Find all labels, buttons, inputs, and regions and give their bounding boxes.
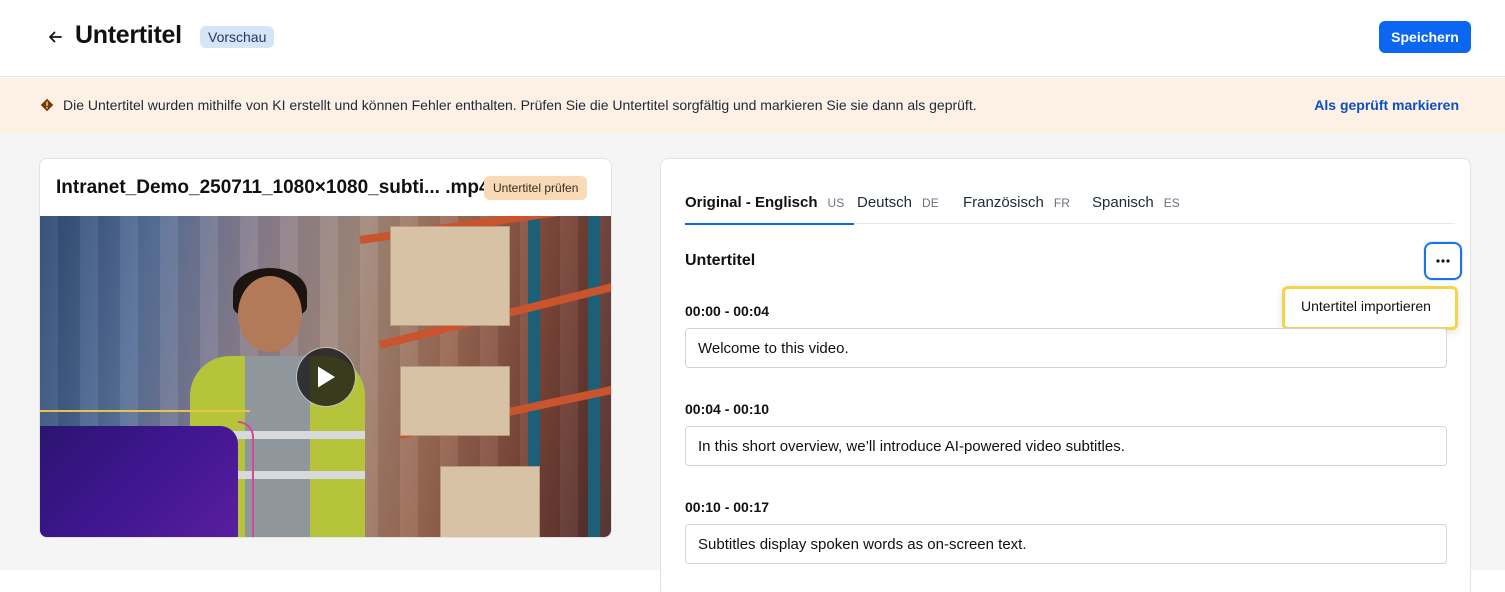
cue-text-input[interactable] — [685, 524, 1447, 564]
rack-post — [588, 216, 600, 537]
overlay-accent-line — [40, 410, 250, 412]
language-tabs: Original - Englisch US Deutsch DE Franzö… — [685, 183, 1455, 225]
tab-language-code: US — [827, 195, 845, 210]
banner-message: Die Untertitel wurden mithilfe von KI er… — [63, 97, 977, 113]
more-options-button[interactable] — [1424, 242, 1462, 280]
review-status-badge: Untertitel prüfen — [484, 176, 588, 200]
back-button[interactable] — [44, 26, 66, 48]
tab-language-code: DE — [922, 195, 939, 210]
pallet-stack — [440, 466, 540, 537]
save-button[interactable]: Speichern — [1379, 21, 1471, 53]
cue-timestamp: 00:00 - 00:04 — [685, 303, 770, 319]
tab-spanish[interactable]: Spanisch ES — [1092, 183, 1180, 224]
cue-text-input[interactable] — [685, 328, 1447, 368]
ellipsis-icon — [1436, 259, 1450, 263]
content-area: Intranet_Demo_250711_1080×1080_subti... … — [0, 133, 1505, 592]
page-header: Untertitel Vorschau Speichern — [0, 0, 1505, 77]
page-title: Untertitel — [75, 21, 182, 49]
cue-timestamp: 00:04 - 00:10 — [685, 401, 770, 417]
tab-german[interactable]: Deutsch DE — [857, 183, 939, 224]
cue-timestamp: 00:10 - 00:17 — [685, 499, 770, 515]
play-icon — [318, 366, 335, 388]
subtitles-section-title: Untertitel — [685, 252, 756, 269]
tab-french[interactable]: Französisch FR — [963, 183, 1070, 224]
subtitle-panel: Original - Englisch US Deutsch DE Franzö… — [660, 158, 1471, 592]
tab-original-english[interactable]: Original - Englisch US — [685, 183, 855, 225]
video-player[interactable] — [40, 216, 611, 537]
tab-label: Spanisch — [1092, 194, 1154, 211]
tab-label: Französisch — [963, 194, 1044, 211]
mark-as-reviewed-link[interactable]: Als geprüft markieren — [1314, 97, 1459, 113]
tab-label: Original - Englisch — [685, 194, 818, 211]
options-menu: Untertitel importieren — [1282, 286, 1458, 330]
warning-diamond-icon — [40, 98, 54, 112]
play-button[interactable] — [296, 347, 356, 407]
tab-label: Deutsch — [857, 194, 913, 211]
arrow-left-icon — [49, 31, 62, 43]
overlay-outline — [238, 421, 254, 537]
person-face — [238, 276, 302, 352]
pallet-stack — [390, 226, 510, 326]
ai-warning-banner: Die Untertitel wurden mithilfe von KI er… — [0, 78, 1505, 133]
video-filename: Intranet_Demo_250711_1080×1080_subti... … — [56, 177, 490, 198]
import-subtitles-menu-item[interactable]: Untertitel importieren — [1301, 298, 1431, 314]
pallet-stack — [400, 366, 510, 436]
video-card: Intranet_Demo_250711_1080×1080_subti... … — [39, 158, 612, 538]
overlay-graphic — [40, 426, 238, 537]
tab-language-code: FR — [1053, 195, 1070, 210]
preview-badge: Vorschau — [200, 26, 275, 48]
tab-language-code: ES — [1163, 195, 1180, 210]
cue-text-input[interactable] — [685, 426, 1447, 466]
